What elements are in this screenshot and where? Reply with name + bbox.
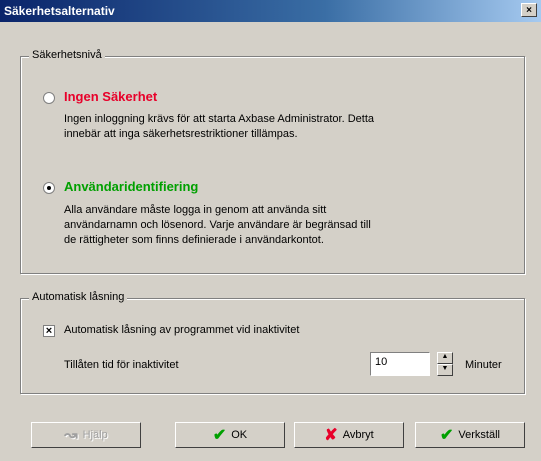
ok-button[interactable]: ✔ OK [175,422,285,448]
user-identification-title[interactable]: Användaridentifiering [64,179,198,194]
radio-user-identification[interactable] [43,182,55,194]
window-title: Säkerhetsalternativ [4,4,115,18]
minutes-unit-label: Minuter [465,359,502,371]
no-security-description: Ingen inloggning krävs för att starta Ax… [64,113,375,140]
auto-lock-group: Automatisk låsning [20,291,525,394]
auto-lock-legend: Automatisk låsning [29,291,128,303]
inactivity-time-label: Tillåten tid för inaktivitet [64,359,179,371]
auto-lock-checkbox[interactable]: × [43,325,55,337]
minutes-input[interactable]: 10 [370,352,430,376]
cancel-button-label: Avbryt [342,429,374,441]
ok-button-label: OK [231,429,248,441]
checkmark-icon: ✔ [212,427,227,444]
help-button-label: Hjälp [82,429,108,441]
radio-no-security[interactable] [43,92,55,104]
title-bar: Säkerhetsalternativ × [0,0,541,22]
close-icon: × [526,5,532,16]
close-button[interactable]: × [521,3,537,17]
minutes-up-button[interactable]: ▲ [437,352,453,364]
apply-icon: ✔ [440,427,454,444]
help-button[interactable]: ↝ Hjälp [31,422,141,448]
cross-icon: ✘ [324,427,338,444]
auto-lock-label[interactable]: Automatisk låsning av programmet vid ina… [64,324,299,336]
user-identification-description: Alla användare måste logga in genom att … [64,204,371,246]
check-icon: × [45,325,53,337]
help-icon: ↝ [64,427,78,444]
no-security-title[interactable]: Ingen Säkerhet [64,89,157,104]
minutes-down-button[interactable]: ▼ [437,364,453,376]
cancel-button[interactable]: ✘ Avbryt [294,422,404,448]
security-level-legend: Säkerhetsnivå [29,49,105,61]
apply-button-label: Verkställ [458,429,500,441]
apply-button[interactable]: ✔ Verkställ [415,422,525,448]
